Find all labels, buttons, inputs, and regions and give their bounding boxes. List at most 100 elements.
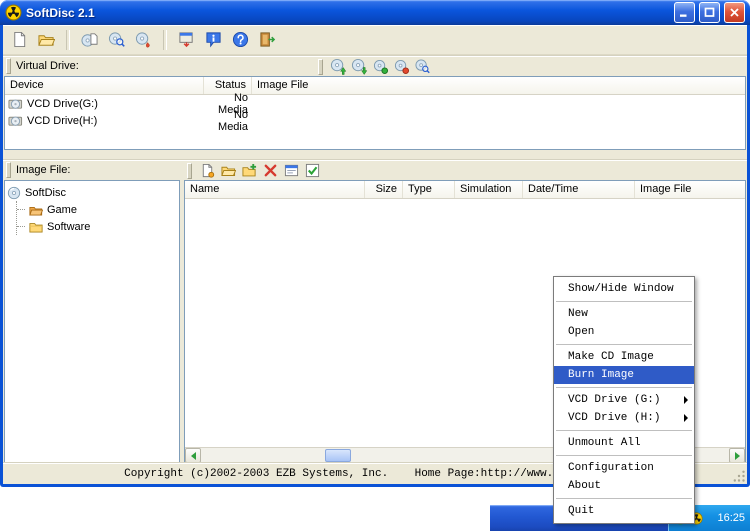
menu-item-show-hide-window[interactable]: Show/Hide Window: [554, 280, 694, 298]
closed-folder-icon: [29, 220, 43, 234]
disc-magnifier-icon: [108, 31, 125, 48]
column-header-type[interactable]: Type: [403, 181, 455, 198]
scroll-right-button[interactable]: [729, 448, 745, 463]
mount-all-button[interactable]: [370, 57, 391, 76]
virtual-drive-toolbar: [315, 57, 433, 76]
softdisc-disc-icon: [7, 186, 21, 200]
rebar-gripper[interactable]: [6, 58, 11, 74]
scroll-left-button[interactable]: [185, 448, 201, 463]
delete-button[interactable]: [260, 161, 281, 180]
column-header-device[interactable]: Device: [5, 77, 204, 94]
submenu-arrow-icon: [684, 414, 688, 422]
burn-image-button[interactable]: [131, 27, 156, 52]
menu-separator: [556, 430, 692, 431]
mount-button[interactable]: [328, 57, 349, 76]
menu-item-make-cd-image[interactable]: Make CD Image: [554, 348, 694, 366]
image-file-toolbar: [184, 161, 323, 180]
properties-button[interactable]: [281, 161, 302, 180]
menu-item-label: VCD Drive (H:): [568, 412, 660, 424]
extract-image-button[interactable]: [104, 27, 129, 52]
window-hide-icon: [178, 31, 195, 48]
resize-grip[interactable]: [733, 470, 746, 483]
disc-search-icon: [415, 59, 430, 74]
device-name: VCD Drive(G:): [27, 98, 98, 110]
column-header-simulation[interactable]: Simulation: [455, 181, 523, 198]
column-header-image-file[interactable]: Image File: [635, 181, 745, 198]
info-button[interactable]: [201, 27, 226, 52]
properties-icon: [284, 163, 299, 178]
column-header-image-file[interactable]: Image File: [252, 77, 745, 94]
menu-item-configuration[interactable]: Configuration: [554, 459, 694, 477]
device-row[interactable]: VCD Drive(G:) No Media: [5, 95, 745, 112]
help-icon: [232, 31, 249, 48]
open-list-button[interactable]: [218, 161, 239, 180]
tray-context-menu: Show/Hide Window New Open Make CD Image …: [553, 276, 695, 524]
menu-item-open[interactable]: Open: [554, 323, 694, 341]
disc-document-icon: [81, 31, 98, 48]
disc-burn-icon: [135, 31, 152, 48]
unmount-button[interactable]: [349, 57, 370, 76]
disc-red-dot-icon: [394, 59, 409, 74]
copyright-text: Copyright (c)2002-2003 EZB Systems, Inc.…: [124, 468, 626, 480]
menu-item-quit[interactable]: Quit: [554, 502, 694, 520]
menu-item-burn-image[interactable]: Burn Image: [554, 366, 694, 384]
checkbox-check-icon: [305, 163, 320, 178]
column-header-size[interactable]: Size: [365, 181, 403, 198]
device-name: VCD Drive(H:): [27, 115, 97, 127]
maximize-button[interactable]: [699, 2, 720, 23]
menu-item-unmount-all[interactable]: Unmount All: [554, 434, 694, 452]
rebar-gripper[interactable]: [187, 163, 192, 179]
help-button[interactable]: [228, 27, 253, 52]
scrollbar-thumb[interactable]: [325, 449, 351, 462]
image-file-label: Image File:: [16, 164, 70, 176]
image-file-bar: Image File:: [3, 159, 747, 180]
make-cd-image-button[interactable]: [77, 27, 102, 52]
close-button[interactable]: [724, 2, 745, 23]
menu-separator: [556, 498, 692, 499]
exit-door-icon: [259, 31, 276, 48]
verify-button[interactable]: [302, 161, 323, 180]
virtual-drive-label: Virtual Drive:: [16, 60, 79, 72]
new-image-button[interactable]: [7, 27, 32, 52]
clock[interactable]: 16:25: [717, 512, 745, 524]
rebar-gripper[interactable]: [318, 59, 323, 75]
menu-item-new[interactable]: New: [554, 305, 694, 323]
rebar-gripper[interactable]: [6, 162, 11, 178]
menu-item-about[interactable]: About: [554, 477, 694, 495]
menu-separator: [556, 387, 692, 388]
drive-properties-button[interactable]: [412, 57, 433, 76]
open-image-button[interactable]: [34, 27, 59, 52]
tree-item-game[interactable]: Game: [17, 201, 177, 218]
new-document-icon: [11, 31, 28, 48]
device-row[interactable]: VCD Drive(H:) No Media: [5, 112, 745, 129]
device-list-header: Device Status Image File: [5, 77, 745, 95]
hide-window-button[interactable]: [174, 27, 199, 52]
virtual-drive-bar: Virtual Drive:: [3, 55, 747, 76]
column-header-name[interactable]: Name: [185, 181, 365, 198]
submenu-arrow-icon: [684, 396, 688, 404]
tree-children: Game Software: [16, 201, 177, 235]
disc-unmount-icon: [351, 58, 368, 75]
vcd-drive-icon: [8, 96, 23, 111]
folder-tree: SoftDisc Game Software: [4, 180, 180, 464]
softdisc-app-icon: [5, 4, 22, 21]
tree-connector: [17, 209, 25, 210]
minimize-button[interactable]: [674, 2, 695, 23]
titlebar[interactable]: SoftDisc 2.1: [0, 0, 750, 25]
unmount-all-button[interactable]: [391, 57, 412, 76]
menu-item-vcd-drive-h[interactable]: VCD Drive (H:): [554, 409, 694, 427]
info-balloon-icon: [205, 31, 222, 48]
tree-item-softdisc-root[interactable]: SoftDisc: [7, 184, 177, 201]
column-header-datetime[interactable]: Date/Time: [523, 181, 635, 198]
menu-item-vcd-drive-g[interactable]: VCD Drive (G:): [554, 391, 694, 409]
open-folder-icon: [221, 163, 236, 178]
toolbar-separator: [163, 30, 167, 50]
add-files-button[interactable]: [239, 161, 260, 180]
menu-separator: [556, 344, 692, 345]
tree-item-software[interactable]: Software: [17, 218, 177, 235]
device-status: No Media: [204, 109, 252, 133]
device-cell: VCD Drive(G:): [5, 96, 204, 111]
window-title: SoftDisc 2.1: [26, 6, 670, 20]
exit-button[interactable]: [255, 27, 280, 52]
new-list-button[interactable]: [197, 161, 218, 180]
